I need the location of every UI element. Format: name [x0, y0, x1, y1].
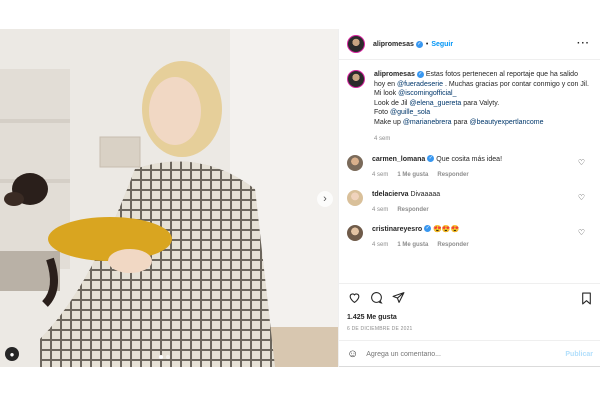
comment-body: carmen_lomana ✓ Que cosita más idea! 4 se… — [372, 155, 572, 180]
post-sidebar: alipromesas ✓ • Seguir ··· alipromesas ✓ … — [338, 29, 600, 367]
publish-button[interactable]: Publicar — [565, 351, 593, 358]
comment-time[interactable]: 4 sem — [372, 241, 388, 250]
post-image[interactable]: › ● — [0, 29, 338, 367]
caption-line: . Muchas gracias por contar conmigo y co… — [444, 80, 589, 88]
reply-button[interactable]: Responder — [437, 241, 468, 250]
bookmark-icon[interactable] — [579, 291, 593, 305]
verified-icon: ✓ — [424, 225, 432, 233]
mention-link[interactable]: @iscomingofficial_ — [398, 90, 456, 97]
caption-text: alipromesas ✓ Estas fotos pertenecen al r… — [374, 70, 589, 145]
comment-body: cristinareyesro ✓ 😍😍😍 4 sem 1 Me gusta Re… — [372, 225, 572, 250]
comment-meta: 4 sem 1 Me gusta Responder — [372, 171, 572, 180]
page-background — [0, 367, 600, 400]
mention-link[interactable]: @marianebrera — [403, 119, 452, 126]
comment-body: tdelacierva Divaaaaa 4 sem Responder — [372, 190, 572, 215]
caption-time[interactable]: 4 sem — [374, 135, 589, 145]
caption-line: Mi look — [374, 90, 397, 97]
likes-count[interactable]: 1.425 Me gusta — [347, 314, 593, 321]
comment-text: Divaaaaa — [410, 190, 441, 198]
caption-line: Foto — [374, 109, 389, 116]
comment-meta: 4 sem 1 Me gusta Responder — [372, 241, 572, 250]
commenter-avatar[interactable] — [347, 224, 363, 241]
heart-icon[interactable]: ♡ — [578, 193, 585, 202]
author-avatar[interactable] — [347, 70, 365, 88]
verified-icon: ✓ — [427, 155, 435, 163]
post-actions: 1.425 Me gusta 6 DE DICIEMBRE DE 2021 ☺ … — [339, 283, 600, 367]
caption-username[interactable]: alipromesas — [374, 71, 415, 78]
more-options-icon[interactable]: ··· — [577, 38, 590, 49]
post-date: 6 DE DICIEMBRE DE 2021 — [347, 326, 413, 332]
comment-likes[interactable]: 1 Me gusta — [397, 241, 428, 250]
mention-link[interactable]: @beautyexpertlancome — [469, 119, 543, 126]
comment-input[interactable] — [366, 350, 547, 358]
comment-time[interactable]: 4 sem — [372, 171, 388, 180]
emoji-icon[interactable]: ☺ — [347, 348, 358, 360]
commenter-avatar[interactable] — [347, 189, 363, 206]
post-container: › ● alipromesas ✓ • Seguir ··· alipromes… — [0, 29, 600, 367]
commenter-avatar[interactable] — [347, 154, 363, 171]
comment-username[interactable]: carmen_lomana — [372, 156, 425, 163]
author-avatar[interactable] — [347, 35, 365, 53]
follow-button[interactable]: Seguir — [431, 41, 453, 48]
caption-line: para Valyty. — [463, 99, 500, 107]
comment-item: tdelacierva Divaaaaa 4 sem Responder ♡ — [347, 189, 593, 215]
comment-likes[interactable]: 1 Me gusta — [397, 171, 428, 180]
chevron-right-icon[interactable]: › — [317, 191, 333, 207]
comment-text: 😍😍😍 — [433, 225, 460, 233]
comment-icon[interactable] — [369, 291, 383, 305]
comment-username[interactable]: tdelacierva — [372, 191, 409, 198]
photo-illustration — [0, 29, 338, 367]
caption-line: para — [453, 118, 468, 126]
verified-icon: ✓ — [415, 40, 423, 48]
share-icon[interactable] — [391, 291, 405, 305]
caption-line: Look de Jil — [374, 99, 408, 107]
reply-button[interactable]: Responder — [397, 206, 428, 215]
separator: • — [425, 40, 429, 48]
heart-icon[interactable] — [347, 291, 361, 305]
mention-link[interactable]: @elena_guereta — [409, 100, 461, 107]
caption: alipromesas ✓ Estas fotos pertenecen al r… — [347, 70, 593, 145]
carousel-dot — [159, 355, 163, 359]
comment-item: carmen_lomana ✓ Que cosita más idea! 4 se… — [347, 154, 593, 180]
comment-meta: 4 sem Responder — [372, 206, 572, 215]
user-tag-icon[interactable]: ● — [5, 347, 19, 361]
carousel-dot — [166, 355, 170, 359]
comments-list: alipromesas ✓ Estas fotos pertenecen al r… — [339, 60, 600, 283]
comment-username[interactable]: cristinareyesro — [372, 226, 422, 233]
post-header: alipromesas ✓ • Seguir ··· — [339, 29, 600, 60]
add-comment-bar: ☺ Publicar — [339, 340, 600, 367]
heart-icon[interactable]: ♡ — [578, 158, 585, 167]
heart-icon[interactable]: ♡ — [578, 228, 585, 237]
comment-time[interactable]: 4 sem — [372, 206, 388, 215]
verified-icon: ✓ — [416, 70, 424, 78]
mention-link[interactable]: @guille_sola — [390, 109, 430, 116]
carousel-indicator — [159, 355, 170, 359]
comment-item: cristinareyesro ✓ 😍😍😍 4 sem 1 Me gusta Re… — [347, 224, 593, 250]
action-icons — [347, 284, 593, 311]
comment-text: Que cosita más idea! — [436, 155, 503, 163]
reply-button[interactable]: Responder — [437, 171, 468, 180]
caption-line: Make up — [374, 118, 401, 126]
author-username[interactable]: alipromesas — [373, 41, 414, 48]
mention-link[interactable]: @fueradeserie — [397, 81, 443, 88]
